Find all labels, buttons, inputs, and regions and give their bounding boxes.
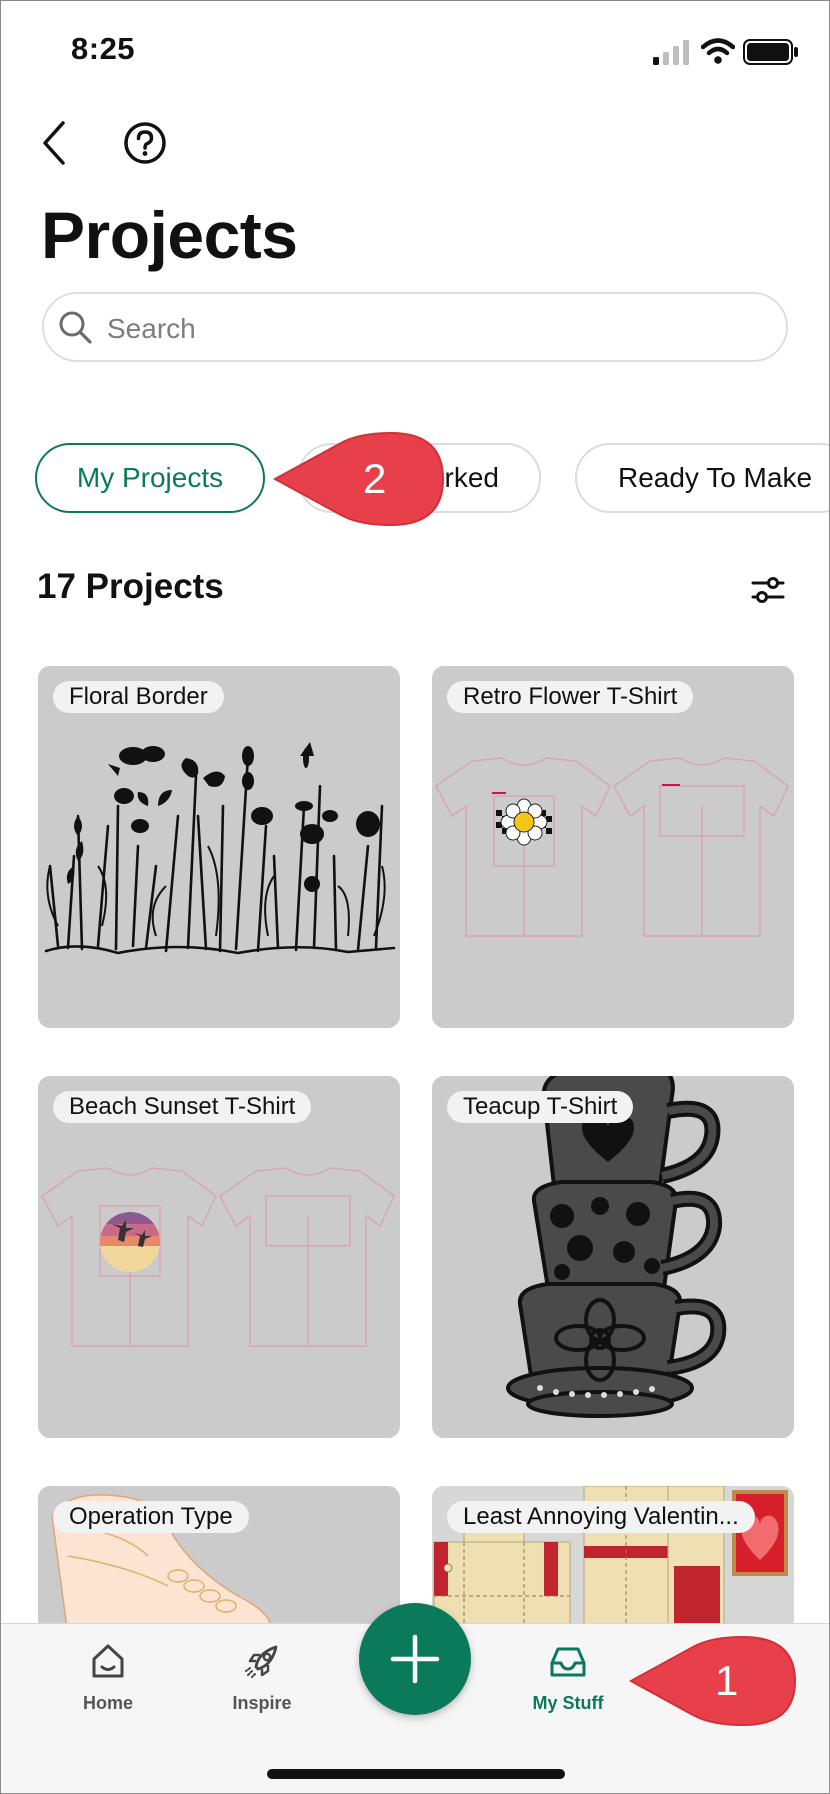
chip-ready-to-make[interactable]: Ready To Make bbox=[575, 443, 829, 513]
project-count: 17 Projects bbox=[37, 567, 224, 606]
wifi-icon bbox=[701, 38, 735, 64]
retro-flower-tshirt-thumbnail bbox=[435, 757, 789, 937]
nav-label: Home bbox=[82, 1693, 133, 1713]
project-title: Least Annoying Valentin... bbox=[447, 1501, 755, 1533]
project-title: Retro Flower T-Shirt bbox=[447, 681, 694, 713]
home-icon bbox=[92, 1644, 124, 1678]
rocket-icon bbox=[245, 1645, 278, 1678]
teacup-tshirt-thumbnail bbox=[506, 1076, 727, 1418]
project-card-beach-sunset-t-shirt[interactable]: Beach Sunset T-Shirt bbox=[38, 1076, 400, 1438]
plus-icon bbox=[390, 1634, 440, 1684]
project-title: Teacup T-Shirt bbox=[447, 1091, 634, 1123]
callout-label-1: 1 bbox=[715, 1657, 739, 1704]
callout-marker-1 bbox=[628, 1635, 797, 1727]
chip-my-projects[interactable]: My Projects bbox=[35, 443, 265, 513]
nav-item-my-stuff[interactable]: My Stuff bbox=[508, 1641, 628, 1714]
nav-item-inspire[interactable]: Inspire bbox=[202, 1641, 322, 1714]
callout-label-2: 2 bbox=[363, 455, 387, 502]
nav-label: Inspire bbox=[232, 1693, 292, 1713]
nav-label: My Stuff bbox=[532, 1693, 604, 1713]
project-title: Floral Border bbox=[53, 681, 224, 713]
status-time: 8:25 bbox=[71, 31, 136, 66]
project-card-retro-flower-t-shirt[interactable]: Retro Flower T-Shirt bbox=[432, 666, 794, 1028]
filter-settings-button[interactable] bbox=[749, 571, 787, 609]
create-new-button[interactable] bbox=[359, 1603, 471, 1715]
home-indicator bbox=[267, 1769, 565, 1779]
inbox-icon bbox=[550, 1647, 586, 1677]
callout-marker-2 bbox=[272, 431, 445, 527]
project-title: Operation Type bbox=[53, 1501, 249, 1533]
page-title: Projects bbox=[41, 198, 298, 272]
back-button[interactable] bbox=[37, 117, 77, 169]
cellular-signal-icon bbox=[653, 40, 689, 65]
nav-item-home[interactable]: Home bbox=[48, 1641, 168, 1714]
search-icon bbox=[59, 311, 92, 344]
battery-icon bbox=[743, 39, 798, 65]
project-card-floral-border[interactable]: Floral Border bbox=[38, 666, 400, 1028]
project-title: Beach Sunset T-Shirt bbox=[53, 1091, 312, 1123]
help-button[interactable] bbox=[123, 121, 167, 165]
search-input[interactable] bbox=[105, 307, 749, 351]
project-card-teacup-t-shirt[interactable]: Teacup T-Shirt bbox=[432, 1076, 794, 1438]
beach-sunset-tshirt-thumbnail bbox=[41, 1167, 395, 1347]
app-screen: 8:25 Projects My Projects rked Ready To … bbox=[0, 0, 830, 1794]
floral-border-thumbnail bbox=[44, 742, 396, 955]
